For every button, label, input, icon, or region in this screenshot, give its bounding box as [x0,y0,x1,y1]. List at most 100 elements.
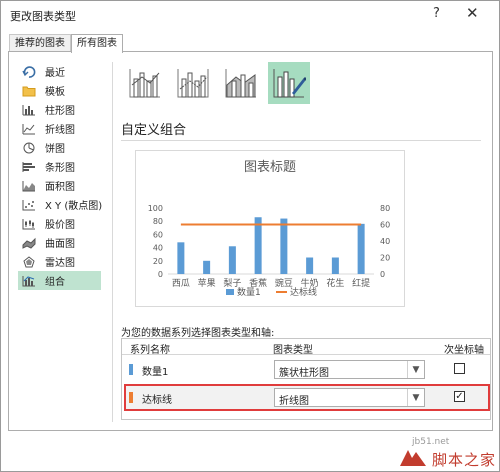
custom-combo-icon [273,69,306,98]
column-chart-icon [22,104,36,116]
series-grid-header: 系列名称 图表类型 次坐标轴 [122,339,490,356]
sidebar-item-label: 条形图 [45,163,75,174]
y-tick-label: 100 [148,204,163,213]
column-header-series-name: 系列名称 [130,345,170,356]
sidebar-item-column[interactable]: 柱形图 [18,100,110,119]
series-chart-type-select[interactable]: 折线图 ▼ [274,388,425,407]
surface-chart-icon [22,237,36,249]
clustered-column-line-secondary-button[interactable] [172,62,214,104]
y2-tick-label: 20 [380,254,390,263]
sidebar-item-area[interactable]: 面积图 [18,176,110,195]
watermark-brand: 脚本之家 [432,451,497,469]
sidebar-item-label: 饼图 [45,144,65,155]
x-tick-label: 西瓜 [172,278,190,289]
bar [254,217,262,274]
legend-swatch-bar [226,289,234,295]
y2-tick-label: 40 [380,237,390,246]
series-name: 达标线 [142,395,172,406]
watermark: jb51.net 脚本之家 [396,437,498,471]
custom-combo-button[interactable] [268,62,310,104]
bar [331,257,339,274]
sidebar-item-label: 柱形图 [45,106,75,117]
sidebar-item-stock[interactable]: 股价图 [18,214,110,233]
series-row: 达标线 折线图 ▼ ✓ [122,385,490,410]
sidebar-item-bar[interactable]: 条形图 [18,157,110,176]
sidebar-item-pie[interactable]: 饼图 [18,138,110,157]
watermark-logo [400,450,426,466]
sidebar-item-radar[interactable]: 雷达图 [18,252,110,271]
secondary-axis-checkbox[interactable] [454,363,465,374]
tab-all-charts[interactable]: 所有图表 [71,34,123,53]
stacked-area-column-button[interactable] [220,62,262,104]
stock-chart-icon [22,218,36,230]
all-charts-panel: 最近 模板 柱形图 折线图 饼图 条形图 面积图 X Y (散点图) 股价图 曲… [8,51,493,431]
tab-strip: 推荐的图表 所有图表 [9,34,123,53]
help-icon[interactable]: ? [433,6,440,21]
chevron-down-icon[interactable]: ▼ [407,361,424,378]
series-color-swatch [129,364,133,375]
chevron-down-icon[interactable]: ▼ [407,389,424,406]
sidebar-item-label: 雷达图 [45,258,75,269]
bar [228,246,236,274]
series-grid: 系列名称 图表类型 次坐标轴 数量1 簇状柱形图 ▼ 达标线 折线图 ▼ ✓ [121,338,491,420]
bar [306,257,314,274]
sidebar-item-label: 组合 [45,277,65,288]
chart-preview-svg: 图表标题020406080100020406080西瓜 苹果 梨子 香蕉 豌豆 牛奶 花生红… [148,160,390,298]
series-chart-type-select[interactable]: 簇状柱形图 ▼ [274,360,425,379]
series-color-swatch [129,392,133,403]
x-tick-label: 苹果 [198,277,216,289]
sidebar-item-label: 面积图 [45,182,75,193]
column-header-secondary-axis: 次坐标轴 [444,345,484,356]
sidebar-item-scatter[interactable]: X Y (散点图) [18,195,110,214]
legend-label: 数量1 [237,286,261,298]
chart-type-sidebar: 最近 模板 柱形图 折线图 饼图 条形图 面积图 X Y (散点图) 股价图 曲… [18,62,110,290]
chart-preview: 图表标题 0 20 40 60 80 100 0 20 40 60 80 西瓜 苹果 梨子 香蕉 豌豆 牛奶 花生红… [135,150,405,307]
sidebar-item-label: 股价图 [45,220,75,231]
y-tick-label: 40 [153,244,163,253]
y-tick-label: 80 [153,217,163,226]
series-chart-type-value: 簇状柱形图 [279,368,329,379]
sidebar-item-templates[interactable]: 模板 [18,81,110,100]
sidebar-item-surface[interactable]: 曲面图 [18,233,110,252]
sidebar-item-label: 最近 [45,68,65,79]
radar-chart-icon [22,255,36,268]
recent-icon [22,65,36,78]
y2-tick-label: 0 [380,270,385,279]
series-row: 数量1 簇状柱形图 ▼ [122,357,490,382]
clustered-column-line-button[interactable] [124,62,166,104]
series-chart-type-value: 折线图 [279,396,309,407]
section-divider [121,140,481,141]
pie-chart-icon [22,142,36,154]
bar [280,218,288,274]
x-tick-label: 红提 [352,277,370,289]
sidebar-item-label: X Y (散点图) [45,201,103,212]
tab-recommended-charts[interactable]: 推荐的图表 [9,34,71,52]
stacked-area-column-icon [225,69,256,98]
y2-tick-label: 80 [380,204,390,213]
sidebar-item-label: 模板 [45,87,65,98]
sidebar-item-line[interactable]: 折线图 [18,119,110,138]
clustered-column-line-secondary-icon [177,69,209,98]
area-chart-icon [22,180,36,192]
bar [357,223,365,274]
assign-series-label: 为您的数据系列选择图表类型和轴: [121,328,275,339]
change-chart-type-dialog: 更改图表类型 ? ✕ 推荐的图表 所有图表 最近 模板 柱形图 折线图 饼图 条… [0,0,500,472]
x-tick-label: 花生 [326,277,344,289]
scatter-chart-icon [22,199,36,211]
chart-title: 图表标题 [244,160,296,175]
close-icon[interactable]: ✕ [466,4,479,22]
folder-icon [22,85,36,97]
legend-label: 达标线 [290,286,317,298]
clustered-column-line-icon [129,69,160,98]
y-tick-label: 20 [153,257,163,266]
bar [203,260,211,274]
sidebar-item-combo[interactable]: 组合 [18,271,101,290]
combo-subtype-row [124,62,310,104]
y-tick-label: 0 [158,270,163,279]
sidebar-item-label: 曲面图 [45,239,75,250]
bar [177,242,185,274]
secondary-axis-checkbox[interactable]: ✓ [454,391,465,402]
sidebar-item-recent[interactable]: 最近 [18,62,110,81]
y2-tick-label: 60 [380,221,390,230]
panel-divider [112,62,113,422]
